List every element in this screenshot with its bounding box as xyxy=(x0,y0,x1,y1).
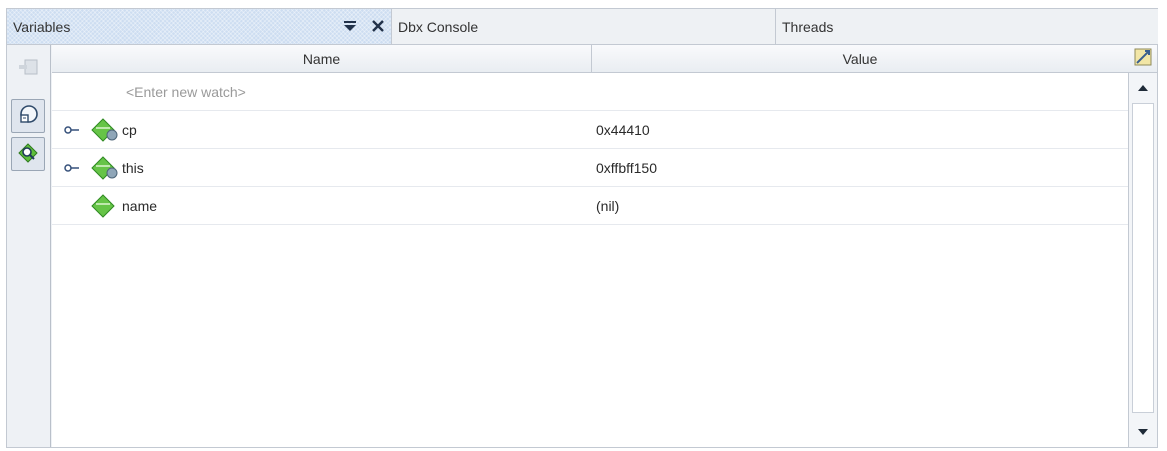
variable-name: name xyxy=(122,197,158,214)
dropdown-arrow-icon[interactable] xyxy=(341,17,359,35)
new-watch-icon xyxy=(17,57,39,80)
arrow-up-icon xyxy=(1138,79,1148,95)
variable-icon xyxy=(90,193,120,219)
local-variables-button[interactable] xyxy=(11,99,45,133)
tab-variables[interactable]: Variables xyxy=(7,9,392,44)
scroll-up-button[interactable] xyxy=(1131,75,1155,99)
table-header: Name Value xyxy=(52,45,1128,73)
left-toolbar xyxy=(7,45,51,447)
tab-dbx-console[interactable]: Dbx Console xyxy=(392,9,776,44)
variable-value: 0xffbff150 xyxy=(596,159,657,176)
variable-name: this xyxy=(122,159,144,176)
tab-variables-label: Variables xyxy=(13,18,71,35)
table-row[interactable]: cp 0x44410 xyxy=(52,111,1128,149)
scrollbar-thumb[interactable] xyxy=(1132,103,1154,413)
variable-name: cp xyxy=(122,121,137,138)
debugger-panel: Variables Dbx Console Threads Name Value… xyxy=(6,8,1158,448)
expand-key-icon[interactable] xyxy=(64,161,80,173)
arrow-down-icon xyxy=(1138,423,1148,439)
variables-table: Name Value <Enter new watch> cp 0x44410 xyxy=(52,45,1128,447)
new-watch-placeholder[interactable]: <Enter new watch> xyxy=(126,84,246,100)
tab-threads[interactable]: Threads xyxy=(776,9,1158,44)
tab-dbx-console-label: Dbx Console xyxy=(398,18,479,35)
column-header-name[interactable]: Name xyxy=(52,45,592,72)
column-chooser-button[interactable] xyxy=(1128,45,1157,73)
tab-bar: Variables Dbx Console Threads xyxy=(7,9,1158,45)
close-icon[interactable] xyxy=(369,17,387,35)
expand-key-icon[interactable] xyxy=(64,123,80,135)
vertical-scrollbar[interactable] xyxy=(1128,73,1157,447)
local-variables-icon xyxy=(16,103,40,130)
variable-value: 0x44410 xyxy=(596,121,650,138)
table-row[interactable]: this 0xffbff150 xyxy=(52,149,1128,187)
column-chooser-icon xyxy=(1133,47,1153,70)
variable-icon xyxy=(90,155,120,181)
variable-icon xyxy=(90,117,120,143)
scroll-down-button[interactable] xyxy=(1131,419,1155,443)
variable-value: (nil) xyxy=(596,197,620,214)
column-header-value[interactable]: Value xyxy=(592,45,1128,72)
watch-variables-icon xyxy=(16,141,40,168)
table-row[interactable]: name (nil) xyxy=(52,187,1128,225)
watch-variables-button[interactable] xyxy=(11,137,45,171)
new-watch-row[interactable]: <Enter new watch> xyxy=(52,73,1128,111)
tab-threads-label: Threads xyxy=(782,18,834,35)
new-watch-button[interactable] xyxy=(11,51,45,85)
